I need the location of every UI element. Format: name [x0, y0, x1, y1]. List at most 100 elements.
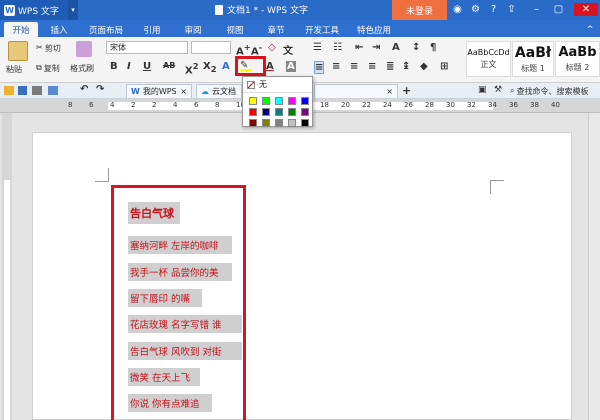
font-name-select[interactable]: 宋体: [106, 41, 188, 54]
borders-icon[interactable]: ⊞: [440, 61, 448, 72]
strikethrough-icon[interactable]: AB: [163, 61, 175, 70]
color-swatch[interactable]: [288, 97, 296, 105]
wps-app-button[interactable]: W WPS 文字: [0, 0, 68, 20]
app-menu-chevron-icon[interactable]: ▾: [68, 0, 78, 20]
tab-chapter[interactable]: 章节: [256, 22, 296, 37]
ribbon-collapse-icon[interactable]: ^: [584, 22, 596, 37]
color-swatch[interactable]: [275, 97, 283, 105]
settings-icon[interactable]: ⚙: [469, 3, 482, 16]
tab-close-icon[interactable]: ×: [386, 87, 393, 96]
upload-icon[interactable]: ⇪: [505, 3, 518, 16]
justify-icon[interactable]: ≡: [368, 61, 376, 72]
underline-icon[interactable]: U: [143, 61, 151, 72]
color-swatch[interactable]: [301, 108, 309, 116]
doc-line[interactable]: 留下唇印 的嘴: [128, 289, 202, 307]
cut-button[interactable]: ✂ 剪切: [36, 43, 61, 54]
chinese-layout-icon[interactable]: A: [392, 42, 400, 53]
indent-decrease-icon[interactable]: ⇤: [355, 42, 363, 53]
tab-my-wps[interactable]: W 我的WPS ×: [126, 84, 192, 98]
new-tab-icon[interactable]: +: [402, 84, 411, 97]
font-size-select[interactable]: [191, 41, 231, 54]
color-swatch[interactable]: [301, 119, 309, 127]
show-marks-icon[interactable]: ¶: [430, 42, 436, 53]
tab-insert[interactable]: 插入: [38, 22, 80, 37]
bold-icon[interactable]: B: [110, 61, 118, 72]
paste-label[interactable]: 粘贴: [6, 64, 22, 75]
format-painter-label[interactable]: 格式刷: [70, 63, 94, 74]
style-heading2[interactable]: AaBb 标题 2: [555, 41, 600, 77]
tab-references[interactable]: 引用: [132, 22, 172, 37]
tab-features[interactable]: 特色应用: [348, 22, 400, 37]
minimize-icon[interactable]: –: [530, 3, 543, 16]
style-normal[interactable]: AaBbCcDd 正文: [466, 41, 511, 77]
undo-icon[interactable]: ↶: [80, 84, 88, 95]
help-icon[interactable]: ?: [487, 3, 500, 16]
font-color-icon[interactable]: A: [266, 61, 274, 72]
tab-cloud-docs[interactable]: ☁ 云文档: [196, 84, 242, 98]
redo-icon[interactable]: ↷: [96, 84, 104, 95]
close-icon[interactable]: ✕: [574, 3, 598, 16]
align-left-icon[interactable]: ≡: [314, 61, 325, 74]
tab-view[interactable]: 视图: [214, 22, 256, 37]
color-swatch[interactable]: [288, 108, 296, 116]
align-right-icon[interactable]: ≡: [350, 61, 358, 72]
sort-icon[interactable]: ↕: [412, 42, 420, 53]
login-button[interactable]: 未登录: [392, 0, 447, 20]
doc-line[interactable]: 告白气球 风吹到 对街: [128, 342, 242, 360]
no-color-option[interactable]: 无: [243, 77, 312, 93]
fill-color-icon[interactable]: ◆: [420, 61, 428, 72]
distribute-icon[interactable]: ≣: [386, 61, 394, 72]
color-swatch[interactable]: [249, 119, 257, 127]
color-swatch[interactable]: [262, 108, 270, 116]
color-swatch[interactable]: [249, 108, 257, 116]
vertical-scrollbar[interactable]: [588, 113, 600, 420]
tools-icon[interactable]: ⚒: [494, 85, 502, 95]
doc-line[interactable]: 我手一杯 品尝你的美: [128, 263, 232, 281]
bullets-icon[interactable]: ☰: [313, 42, 322, 53]
numbering-icon[interactable]: ☷: [333, 42, 342, 53]
tab-review[interactable]: 审阅: [172, 22, 214, 37]
clear-format-icon[interactable]: ◇: [268, 42, 276, 53]
phonetic-icon[interactable]: 文: [283, 42, 293, 57]
skin-icon[interactable]: ◉: [451, 3, 464, 16]
color-swatch[interactable]: [288, 119, 296, 127]
paste-icon[interactable]: [8, 41, 28, 61]
save-icon[interactable]: [18, 86, 27, 95]
subscript-icon[interactable]: X2: [203, 61, 217, 74]
indent-increase-icon[interactable]: ⇥: [372, 42, 380, 53]
line-spacing-icon[interactable]: ↨: [402, 61, 410, 72]
search-box[interactable]: ⌕ 查找命令、搜索模板: [510, 86, 588, 97]
doc-heading[interactable]: 告白气球: [128, 202, 180, 224]
tab-home[interactable]: 开始: [4, 22, 38, 37]
text-effect-icon[interactable]: A: [222, 61, 230, 72]
doc-line[interactable]: 微笑 在天上飞: [128, 368, 200, 386]
highlight-pen-icon[interactable]: ✎: [240, 60, 252, 71]
comment-icon[interactable]: ▣: [478, 85, 487, 95]
margin-corner-top-right: [490, 180, 504, 194]
open-icon[interactable]: [4, 86, 14, 95]
print-preview-icon[interactable]: [48, 86, 58, 95]
doc-line[interactable]: 你说 你有点难追: [128, 394, 212, 412]
color-swatch[interactable]: [275, 119, 283, 127]
tab-close-icon[interactable]: ×: [180, 87, 187, 96]
align-center-icon[interactable]: ≡: [332, 61, 340, 72]
format-painter-icon[interactable]: [76, 41, 92, 57]
style-heading1[interactable]: AaBł 标题 1: [512, 41, 554, 77]
tab-page-layout[interactable]: 页面布局: [80, 22, 132, 37]
color-swatch[interactable]: [262, 119, 270, 127]
copy-button[interactable]: ⧉ 复制: [36, 63, 60, 74]
doc-line[interactable]: 花店玫瑰 名字写错 谁: [128, 315, 242, 333]
char-shading-icon[interactable]: A: [286, 61, 296, 72]
tab-developer[interactable]: 开发工具: [296, 22, 348, 37]
italic-icon[interactable]: I: [127, 61, 131, 72]
color-swatch[interactable]: [262, 97, 270, 105]
print-icon[interactable]: [32, 86, 42, 95]
tab-document[interactable]: ×: [314, 84, 398, 98]
superscript-icon[interactable]: X2: [185, 61, 199, 76]
color-swatch[interactable]: [301, 97, 309, 105]
color-swatch[interactable]: [249, 97, 257, 105]
color-swatch[interactable]: [275, 108, 283, 116]
cloud-icon: ☁: [201, 87, 209, 96]
doc-line[interactable]: 塞纳河畔 左岸的咖啡: [128, 236, 232, 254]
maximize-icon[interactable]: ▢: [552, 3, 565, 16]
